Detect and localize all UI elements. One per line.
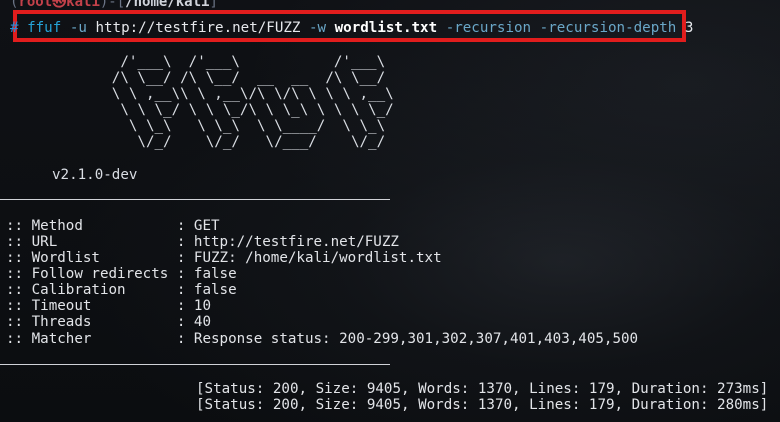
flag-recursion-depth: -recursion-depth <box>539 20 677 36</box>
command-binary: ffuf <box>27 20 62 36</box>
setting-label: :: Threads <box>6 314 177 330</box>
command-line[interactable]: # ffuf -u http://testfire.net/FUZZ -w wo… <box>10 20 693 36</box>
setting-value: : false <box>176 282 237 298</box>
separator-top <box>0 199 390 200</box>
setting-row-threads: :: Threads : 40 <box>6 314 211 330</box>
recursion-depth-value: 3 <box>684 20 694 36</box>
prompt-root-label: root㉿kali <box>18 0 100 10</box>
result-line: [Status: 200, Size: 9405, Words: 1370, L… <box>196 381 769 397</box>
flag-u: -u <box>69 20 87 36</box>
setting-value: : 40 <box>176 314 212 330</box>
setting-label: :: URL <box>6 234 177 250</box>
setting-row-method: :: Method : GET <box>6 218 220 234</box>
setting-value: : 10 <box>176 298 212 314</box>
setting-label: :: Method <box>6 218 177 234</box>
setting-label: :: Calibration <box>6 282 177 298</box>
flag-w: -w <box>309 20 327 36</box>
setting-row-matcher: :: Matcher : Response status: 200-299,30… <box>6 331 638 347</box>
setting-label: :: Matcher <box>6 331 177 347</box>
flag-recursion: -recursion <box>445 20 532 36</box>
result-line: [Status: 200, Size: 9405, Words: 1370, L… <box>196 397 769 413</box>
setting-value: : GET <box>176 218 220 234</box>
separator-bottom <box>0 364 390 365</box>
prompt-path: /home/kali <box>125 0 210 10</box>
setting-row-calibration: :: Calibration : false <box>6 282 237 298</box>
setting-row-timeout: :: Timeout : 10 <box>6 298 211 314</box>
setting-value: : FUZZ: /home/kali/wordlist.txt <box>176 250 442 266</box>
setting-value: : Response status: 200-299,301,302,307,4… <box>176 331 639 347</box>
setting-label: :: Timeout <box>6 298 177 314</box>
command-prompt-symbol: # <box>10 20 19 36</box>
setting-label: :: Follow redirects <box>6 266 177 282</box>
setting-row-follow-redirects: :: Follow redirects : false <box>6 266 237 282</box>
version-label: v2.1.0-dev <box>52 167 138 183</box>
setting-value: : http://testfire.net/FUZZ <box>176 234 399 250</box>
setting-row-wordlist: :: Wordlist : FUZZ: /home/kali/wordlist.… <box>6 250 442 266</box>
setting-row-url: :: URL : http://testfire.net/FUZZ <box>6 234 399 250</box>
ffuf-ascii-banner: /'___\ /'___\ /'___\ /\ \__/ /\ \__/ __ … <box>111 54 394 150</box>
previous-prompt-line: (root㉿kali)-[/home/kali] <box>10 0 218 10</box>
command-wordlist: wordlist.txt <box>334 20 438 36</box>
terminal-window[interactable]: (root㉿kali)-[/home/kali] # ffuf -u http:… <box>0 0 780 422</box>
setting-label: :: Wordlist <box>6 250 177 266</box>
command-url: http://testfire.net/FUZZ <box>95 20 301 36</box>
setting-value: : false <box>176 266 237 282</box>
